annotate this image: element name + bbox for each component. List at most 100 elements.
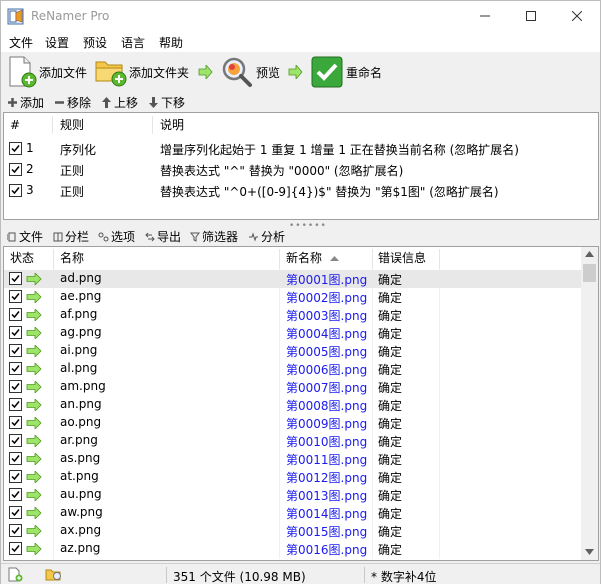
- file-row[interactable]: ax.png 第0015图.png 确定: [4, 522, 582, 540]
- minimize-icon: [480, 15, 490, 17]
- move-up-button[interactable]: 上移: [101, 94, 138, 111]
- check-icon: [11, 329, 20, 337]
- preview-button[interactable]: 预览: [221, 55, 280, 89]
- scrollbar-thumb[interactable]: [583, 264, 596, 282]
- file-new-name: 第0011图.png: [286, 453, 368, 467]
- menu-language[interactable]: 语言: [121, 34, 145, 51]
- file-checkbox[interactable]: [9, 524, 22, 537]
- analyze-menu-button[interactable]: 分析: [248, 228, 285, 245]
- file-row[interactable]: ad.png 第0001图.png 确定: [4, 270, 582, 288]
- file-new-name: 第0008图.png: [286, 399, 368, 413]
- files-col-error[interactable]: 错误信息: [378, 247, 426, 269]
- move-down-button[interactable]: 下移: [148, 94, 185, 111]
- maximize-button[interactable]: [508, 1, 554, 32]
- add-folder-small-icon[interactable]: [45, 567, 63, 582]
- status-ok-arrow-icon: [26, 543, 42, 555]
- file-row[interactable]: au.png 第0013图.png 确定: [4, 486, 582, 504]
- file-checkbox[interactable]: [9, 362, 22, 375]
- files-col-name[interactable]: 名称: [60, 247, 84, 269]
- column-divider: [439, 249, 440, 269]
- files-col-new-name[interactable]: 新名称: [286, 247, 322, 269]
- plus-icon: [8, 98, 17, 107]
- rule-row[interactable]: 3 正则 替换表达式 "^0+([0-9]{4})$" 替换为 "第$1图" (…: [4, 180, 598, 201]
- columns-menu-button[interactable]: 分栏: [53, 228, 89, 245]
- add-file-small-icon[interactable]: [7, 567, 23, 582]
- filter-menu-button[interactable]: 筛选器: [190, 228, 238, 245]
- scroll-down-icon[interactable]: [585, 549, 594, 555]
- rule-name: 正则: [60, 164, 85, 178]
- add-rule-button[interactable]: 添加: [7, 94, 44, 111]
- export-icon: [145, 232, 155, 241]
- file-checkbox[interactable]: [9, 488, 22, 501]
- rules-col-rule[interactable]: 规则: [60, 113, 84, 137]
- remove-rule-button[interactable]: 移除: [54, 94, 91, 111]
- close-button[interactable]: [554, 1, 600, 32]
- files-menu-button[interactable]: 文件: [7, 228, 43, 245]
- file-row[interactable]: aw.png 第0014图.png 确定: [4, 504, 582, 522]
- analyze-menu-label: 分析: [261, 230, 286, 244]
- file-row[interactable]: az.png 第0016图.png 确定: [4, 540, 582, 558]
- add-files-button[interactable]: 添加文件: [7, 55, 87, 89]
- files-col-status[interactable]: 状态: [10, 247, 34, 269]
- file-status: 确定: [378, 309, 403, 323]
- rule-checkbox[interactable]: [9, 142, 22, 155]
- file-row[interactable]: ar.png 第0010图.png 确定: [4, 432, 582, 450]
- file-checkbox[interactable]: [9, 272, 22, 285]
- check-icon: [11, 491, 20, 499]
- file-checkbox[interactable]: [9, 290, 22, 303]
- export-menu-button[interactable]: 导出: [145, 228, 181, 245]
- check-icon: [11, 527, 20, 535]
- file-new-name: 第0003图.png: [286, 309, 368, 323]
- file-row[interactable]: ai.png 第0005图.png 确定: [4, 342, 582, 360]
- file-checkbox[interactable]: [9, 542, 22, 555]
- options-menu-button[interactable]: 选项: [98, 228, 135, 245]
- files-icon: [7, 232, 16, 241]
- renamer-app-icon: [7, 8, 24, 25]
- status-bar: 351 个文件 (10.98 MB) * 数字补4位: [1, 563, 600, 584]
- file-checkbox[interactable]: [9, 416, 22, 429]
- file-row[interactable]: as.png 第0011图.png 确定: [4, 450, 582, 468]
- file-checkbox[interactable]: [9, 326, 22, 339]
- file-row[interactable]: ao.png 第0009图.png 确定: [4, 414, 582, 432]
- file-row[interactable]: ag.png 第0004图.png 确定: [4, 324, 582, 342]
- menu-file[interactable]: 文件: [9, 34, 33, 51]
- menu-help[interactable]: 帮助: [159, 34, 183, 51]
- file-checkbox[interactable]: [9, 506, 22, 519]
- file-checkbox[interactable]: [9, 452, 22, 465]
- file-row[interactable]: af.png 第0003图.png 确定: [4, 306, 582, 324]
- file-row[interactable]: an.png 第0008图.png 确定: [4, 396, 582, 414]
- file-name: ad.png: [60, 271, 102, 285]
- window-title: ReNamer Pro: [31, 9, 110, 23]
- file-checkbox[interactable]: [9, 434, 22, 447]
- menu-presets[interactable]: 预设: [83, 34, 107, 51]
- scroll-up-icon[interactable]: [585, 251, 594, 257]
- file-checkbox[interactable]: [9, 308, 22, 321]
- rules-col-num[interactable]: #: [10, 113, 20, 137]
- check-icon: [11, 455, 20, 463]
- file-row[interactable]: al.png 第0006图.png 确定: [4, 360, 582, 378]
- file-row[interactable]: at.png 第0012图.png 确定: [4, 468, 582, 486]
- vertical-scrollbar[interactable]: [581, 247, 598, 560]
- rename-button[interactable]: 重命名: [311, 55, 382, 89]
- file-checkbox[interactable]: [9, 380, 22, 393]
- rule-checkbox[interactable]: [9, 163, 22, 176]
- file-name: ae.png: [60, 289, 102, 303]
- file-checkbox[interactable]: [9, 398, 22, 411]
- file-checkbox[interactable]: [9, 470, 22, 483]
- rules-col-desc[interactable]: 说明: [160, 113, 184, 137]
- file-new-name: 第0016图.png: [286, 543, 368, 557]
- minimize-button[interactable]: [462, 1, 508, 32]
- rules-list: # 规则 说明 1 序列化 增量序列化起始于 1 重复 1 增量 1 正在替换当…: [3, 112, 599, 220]
- menu-settings[interactable]: 设置: [45, 34, 69, 51]
- file-checkbox[interactable]: [9, 344, 22, 357]
- rule-checkbox[interactable]: [9, 184, 22, 197]
- file-row[interactable]: ae.png 第0002图.png 确定: [4, 288, 582, 306]
- rename-label: 重命名: [346, 65, 383, 80]
- rule-row[interactable]: 2 正则 替换表达式 "^" 替换为 "0000" (忽略扩展名): [4, 159, 598, 180]
- add-folders-button[interactable]: 添加文件夹: [95, 55, 189, 89]
- rule-row[interactable]: 1 序列化 增量序列化起始于 1 重复 1 增量 1 正在替换当前名称 (忽略扩…: [4, 138, 598, 159]
- arrow-right-icon: [198, 65, 213, 79]
- file-status: 确定: [378, 453, 403, 467]
- file-name: at.png: [60, 469, 99, 483]
- file-row[interactable]: am.png 第0007图.png 确定: [4, 378, 582, 396]
